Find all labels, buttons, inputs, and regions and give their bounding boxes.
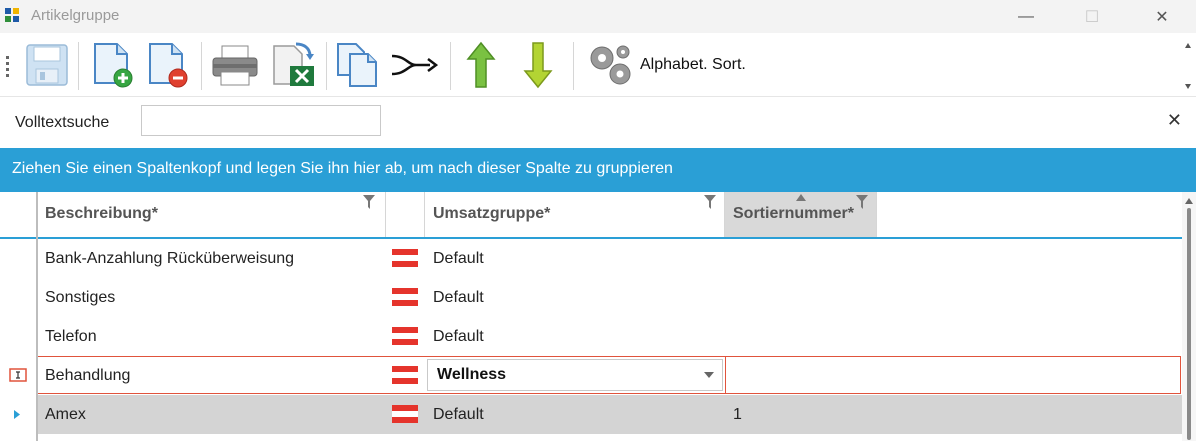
window-title: Artikelgruppe	[31, 7, 120, 24]
search-label: Volltextsuche	[15, 114, 110, 131]
column-header-beschreibung[interactable]: Beschreibung*	[37, 192, 386, 237]
cell-beschreibung[interactable]: Behandlung	[45, 356, 130, 395]
add-button[interactable]	[88, 40, 138, 90]
delete-button[interactable]	[143, 40, 193, 90]
cell-umsatzgruppe[interactable]: Default	[433, 317, 484, 356]
current-row-icon	[14, 410, 20, 419]
maximize-button[interactable]: ☐	[1069, 0, 1115, 33]
cell-beschreibung[interactable]: Sonstiges	[45, 278, 115, 317]
umsatzgruppe-dropdown[interactable]: Wellness	[427, 359, 723, 391]
row-indicator[interactable]	[0, 317, 36, 356]
gears-icon	[590, 45, 631, 85]
toolbar: Alphabet. Sort.	[0, 34, 1196, 97]
row-indicator[interactable]	[0, 395, 36, 434]
toolbar-overflow[interactable]	[1182, 34, 1194, 96]
minimize-button[interactable]: —	[1003, 0, 1049, 33]
cell-umsatzgruppe[interactable]: Default	[433, 278, 484, 317]
dropdown-value: Wellness	[437, 366, 507, 383]
table-row[interactable]: Bank-Anzahlung Rücküberweisung Default	[0, 239, 1182, 278]
scroll-up-icon[interactable]	[1185, 198, 1193, 204]
close-button[interactable]: ✕	[1139, 0, 1185, 33]
flag-icon	[392, 249, 418, 267]
table-row-current[interactable]: Amex Default 1	[0, 395, 1182, 434]
add-document-icon	[94, 43, 133, 88]
alphabet-sort-button[interactable]: Alphabet. Sort.	[586, 40, 746, 90]
excel-export-icon	[273, 42, 314, 86]
remove-document-icon	[149, 43, 188, 88]
cell-beschreibung[interactable]: Amex	[45, 395, 86, 434]
printer-icon	[212, 45, 258, 86]
flag-icon	[392, 366, 418, 384]
row-header-divider	[36, 192, 38, 441]
alphabet-sort-label: Alphabet. Sort.	[640, 56, 746, 73]
print-button[interactable]	[208, 40, 262, 90]
save-icon	[26, 44, 68, 86]
merge-arrow-icon	[391, 54, 438, 76]
merge-button[interactable]	[388, 40, 440, 90]
copy-document-icon	[337, 43, 377, 87]
column-header-umsatzgruppe[interactable]: Umsatzgruppe*	[425, 192, 725, 237]
search-input[interactable]	[141, 105, 381, 136]
save-button[interactable]	[22, 40, 72, 90]
move-down-button[interactable]	[515, 40, 561, 90]
data-grid: Beschreibung* Umsatzgruppe* Sortiernumme…	[0, 192, 1196, 441]
cell-beschreibung[interactable]: Bank-Anzahlung Rücküberweisung	[45, 239, 294, 278]
vertical-scrollbar[interactable]	[1182, 192, 1196, 441]
row-indicator[interactable]	[0, 239, 36, 278]
table-row[interactable]: Sonstiges Default	[0, 278, 1182, 317]
filter-icon[interactable]	[704, 195, 716, 209]
cell-umsatzgruppe[interactable]: Default	[433, 395, 484, 434]
copy-button[interactable]	[332, 40, 384, 90]
table-row-editing[interactable]: Behandlung Wellness	[0, 356, 1182, 395]
filter-icon[interactable]	[856, 195, 868, 209]
filter-icon[interactable]	[363, 195, 375, 209]
sort-ascending-icon	[796, 194, 806, 201]
cell-umsatzgruppe[interactable]: Default	[433, 239, 484, 278]
export-excel-button[interactable]	[266, 40, 320, 90]
search-bar: Volltextsuche ✕	[0, 97, 1196, 148]
close-search-icon[interactable]: ✕	[1167, 110, 1182, 131]
move-up-button[interactable]	[458, 40, 504, 90]
cell-sortiernummer[interactable]: 1	[733, 395, 742, 434]
move-up-icon	[466, 41, 496, 88]
flag-icon	[392, 405, 418, 423]
toolbar-grip[interactable]	[6, 56, 9, 78]
row-indicator[interactable]	[0, 278, 36, 317]
chevron-down-icon[interactable]	[704, 372, 714, 378]
group-by-panel[interactable]: Ziehen Sie einen Spaltenkopf und legen S…	[0, 148, 1196, 192]
flag-icon	[392, 288, 418, 306]
grid-header: Beschreibung* Umsatzgruppe* Sortiernumme…	[0, 192, 1182, 239]
move-down-icon	[523, 42, 553, 89]
flag-icon	[392, 327, 418, 345]
group-by-hint: Ziehen Sie einen Spaltenkopf und legen S…	[12, 160, 673, 177]
edit-row-icon	[9, 368, 27, 382]
scrollbar-thumb[interactable]	[1187, 208, 1191, 440]
row-indicator[interactable]	[0, 356, 36, 395]
app-icon	[5, 8, 19, 22]
column-header-sortiernummer[interactable]: Sortiernummer*	[725, 192, 877, 237]
column-header-flag[interactable]	[386, 192, 425, 237]
title-bar: Artikelgruppe — ☐ ✕	[0, 0, 1196, 33]
cell-beschreibung[interactable]: Telefon	[45, 317, 97, 356]
table-row[interactable]: Telefon Default	[0, 317, 1182, 356]
